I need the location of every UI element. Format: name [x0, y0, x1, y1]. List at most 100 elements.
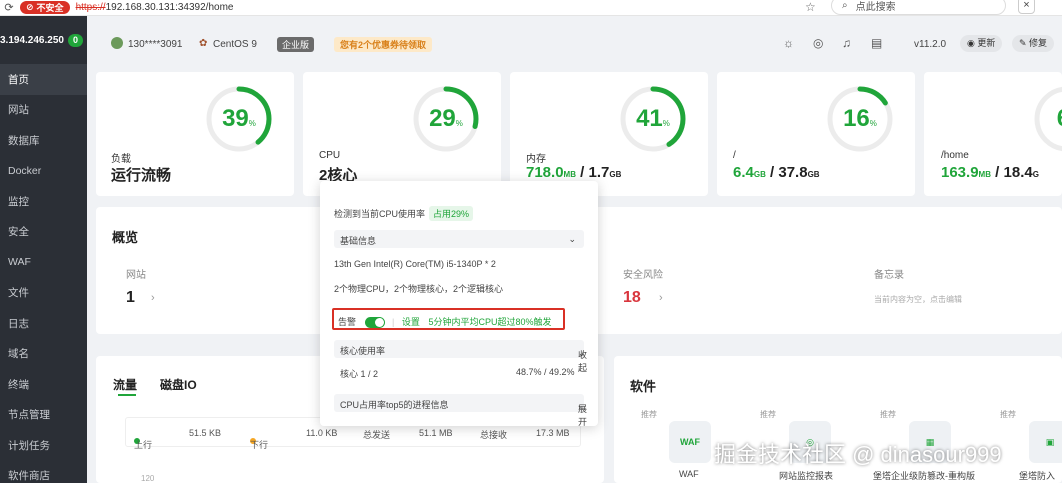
popup-title: 检测到当前CPU使用率 占用29% [334, 206, 474, 221]
total-sent-label: 总发送 [363, 430, 391, 440]
sidebar-item-files[interactable]: 文件 [0, 278, 87, 309]
sidebar-item-database[interactable]: 数据库 [0, 125, 87, 156]
notes-icon[interactable]: ▤ [871, 36, 882, 50]
load-percent-value: 39 [222, 105, 249, 132]
sidebar-item-nodes[interactable]: 节点管理 [0, 400, 87, 431]
recommend-tag: 推荐 [880, 410, 896, 419]
chevron-right-icon[interactable]: › [659, 292, 663, 304]
disk-root-total: 37.8 [778, 164, 808, 181]
edition-badge[interactable]: 企业版 [277, 37, 315, 52]
core-usage-title: 核心使用率 [340, 346, 386, 356]
address-bar[interactable]: https://192.168.30.131:34392/home [76, 2, 234, 13]
os-name: CentOS 9 [213, 39, 257, 50]
software-name-monitor[interactable]: 网站监控报表 [779, 469, 833, 482]
server-ip-text: 3.194.246.250 [0, 34, 64, 46]
memory-used-unit: MB [563, 170, 576, 179]
sidebar-item-monitor[interactable]: 监控 [0, 186, 87, 217]
disk-home-used-unit: MB [978, 170, 991, 179]
alarm-row: 告警 | 设置 5分钟内平均CPU超过80%触发 [338, 315, 552, 329]
cpu-card[interactable]: 29% CPU 2核心 [303, 72, 501, 196]
avatar[interactable] [111, 37, 123, 49]
disk-root-label: / [733, 150, 736, 161]
load-card[interactable]: 39% 负载 运行流畅 [96, 72, 294, 196]
software-name-intrusion[interactable]: 堡塔防入 [1019, 469, 1055, 482]
site-count-label: 网站 [126, 270, 146, 281]
insecure-badge[interactable]: ⊘ 不安全 [20, 1, 70, 14]
basic-info-header[interactable]: 基础信息 ⌄ [334, 230, 584, 248]
sidebar: 3.194.246.250 0 首页 网站 数据库 Docker 监控 安全 W… [0, 16, 87, 483]
sidebar-item-website[interactable]: 网站 [0, 95, 87, 126]
alarm-rule-text: 5分钟内平均CPU超过80%触发 [428, 317, 552, 327]
waf-icon[interactable]: WAF [669, 421, 711, 463]
core-usage-header[interactable]: 核心使用率 收起 ⌄ [334, 340, 587, 373]
core-values: 48.7% / 49.2% [516, 367, 575, 377]
chevron-up-icon: ⌄ [578, 348, 586, 358]
disk-home-total: 18.4 [1003, 164, 1033, 181]
cpu-percent-value: 29 [429, 105, 456, 132]
sidebar-item-security[interactable]: 安全 [0, 217, 87, 248]
security-risk-label: 安全风险 [623, 270, 663, 281]
alarm-settings-link[interactable]: 设置 [402, 317, 420, 327]
memory-used: 718.0 [526, 164, 564, 181]
theme-icon[interactable]: ☼ [783, 36, 794, 50]
chevron-down-icon: ⌄ [568, 234, 576, 244]
sidebar-item-store[interactable]: 软件商店 [0, 461, 87, 483]
wrench-icon: ✎ [1019, 38, 1030, 48]
tab-traffic[interactable]: 流量 [113, 376, 137, 393]
overview-title: 概览 [112, 230, 139, 245]
load-percent: 39% [222, 105, 256, 132]
memo-label: 备忘录 [874, 270, 904, 281]
alarm-toggle[interactable] [364, 317, 385, 329]
alarm-label: 告警 [338, 317, 357, 327]
disk-root-total-unit: GB [807, 170, 820, 179]
server-ip[interactable]: 3.194.246.250 0 [0, 16, 87, 64]
user-name[interactable]: 130****3091 [128, 39, 183, 50]
sidebar-item-waf[interactable]: WAF [0, 247, 87, 278]
recommend-tag: 推荐 [760, 410, 776, 419]
coupon-banner[interactable]: 您有2个优惠券待领取 [334, 37, 433, 52]
browser-toolbar: ⟳ ⊘ 不安全 https://192.168.30.131:34392/hom… [0, 0, 1062, 16]
basic-info-label: 基础信息 [340, 236, 377, 246]
warning-icon: ⊘ [26, 2, 34, 12]
disk-home-total-unit: G [1032, 170, 1039, 179]
star-icon[interactable]: ☆ [805, 0, 816, 14]
software-name-tamper[interactable]: 堡塔企业级防篡改-重构版 [873, 469, 975, 482]
site-count-value[interactable]: 1 [126, 289, 135, 307]
load-status: 运行流畅 [111, 167, 172, 184]
intrusion-prevention-icon[interactable]: ▣ [1029, 421, 1062, 463]
sidebar-item-terminal[interactable]: 终端 [0, 369, 87, 400]
download-value: 11.0 KB [306, 428, 338, 438]
update-button[interactable]: ◉ 更新 [960, 35, 1003, 52]
repair-label: 修复 [1029, 38, 1048, 48]
memory-percent: 41% [636, 105, 670, 132]
disk-root-usage: 6.4GB / 37.8GB [733, 164, 820, 181]
update-label: 更新 [977, 38, 996, 48]
close-icon[interactable]: × [1018, 0, 1035, 14]
top5-process-header[interactable]: CPU占用率top5的进程信息 展开 › [334, 394, 587, 427]
cpu-label: CPU [319, 150, 341, 161]
sidebar-item-logs[interactable]: 日志 [0, 308, 87, 339]
memory-total-unit: GB [609, 170, 622, 179]
cpu-model: 13th Gen Intel(R) Core(TM) i5-1340P * 2 [334, 259, 496, 269]
browser-search-input[interactable]: ⌕ 点此搜索 [831, 0, 1006, 15]
repair-button[interactable]: ✎ 修复 [1012, 35, 1055, 52]
chevron-right-icon[interactable]: › [151, 292, 155, 304]
tab-disk-io[interactable]: 磁盘IO [160, 376, 197, 393]
disk-root-card[interactable]: 16% / 6.4GB / 37.8GB [717, 72, 915, 196]
memo-hint[interactable]: 当前内容为空，点击编辑 [874, 294, 962, 305]
software-name-waf[interactable]: WAF [679, 469, 699, 479]
disk-home-card[interactable]: 6% /home 163.9MB / 18.4G [924, 72, 1062, 196]
bell-icon[interactable]: ♫ [842, 36, 851, 50]
security-risk-value[interactable]: 18 [623, 289, 641, 307]
sidebar-item-domains[interactable]: 域名 [0, 339, 87, 370]
sidebar-item-home[interactable]: 首页 [0, 64, 87, 95]
recommend-tag: 推荐 [1000, 410, 1016, 419]
sidebar-item-cron[interactable]: 计划任务 [0, 430, 87, 461]
memory-card[interactable]: 41% 内存 718.0MB / 1.7GB [510, 72, 708, 196]
reload-icon[interactable]: ⟳ [2, 1, 16, 15]
cpu-description: 2个物理CPU，2个物理核心，2个逻辑核心 [334, 284, 504, 294]
sidebar-item-docker[interactable]: Docker [0, 156, 87, 187]
palette-icon[interactable]: ◎ [813, 36, 823, 50]
cpu-detail-popup: 检测到当前CPU使用率 占用29% 基础信息 ⌄ 13th Gen Intel(R… [320, 181, 598, 427]
ip-count-badge: 0 [67, 33, 83, 47]
